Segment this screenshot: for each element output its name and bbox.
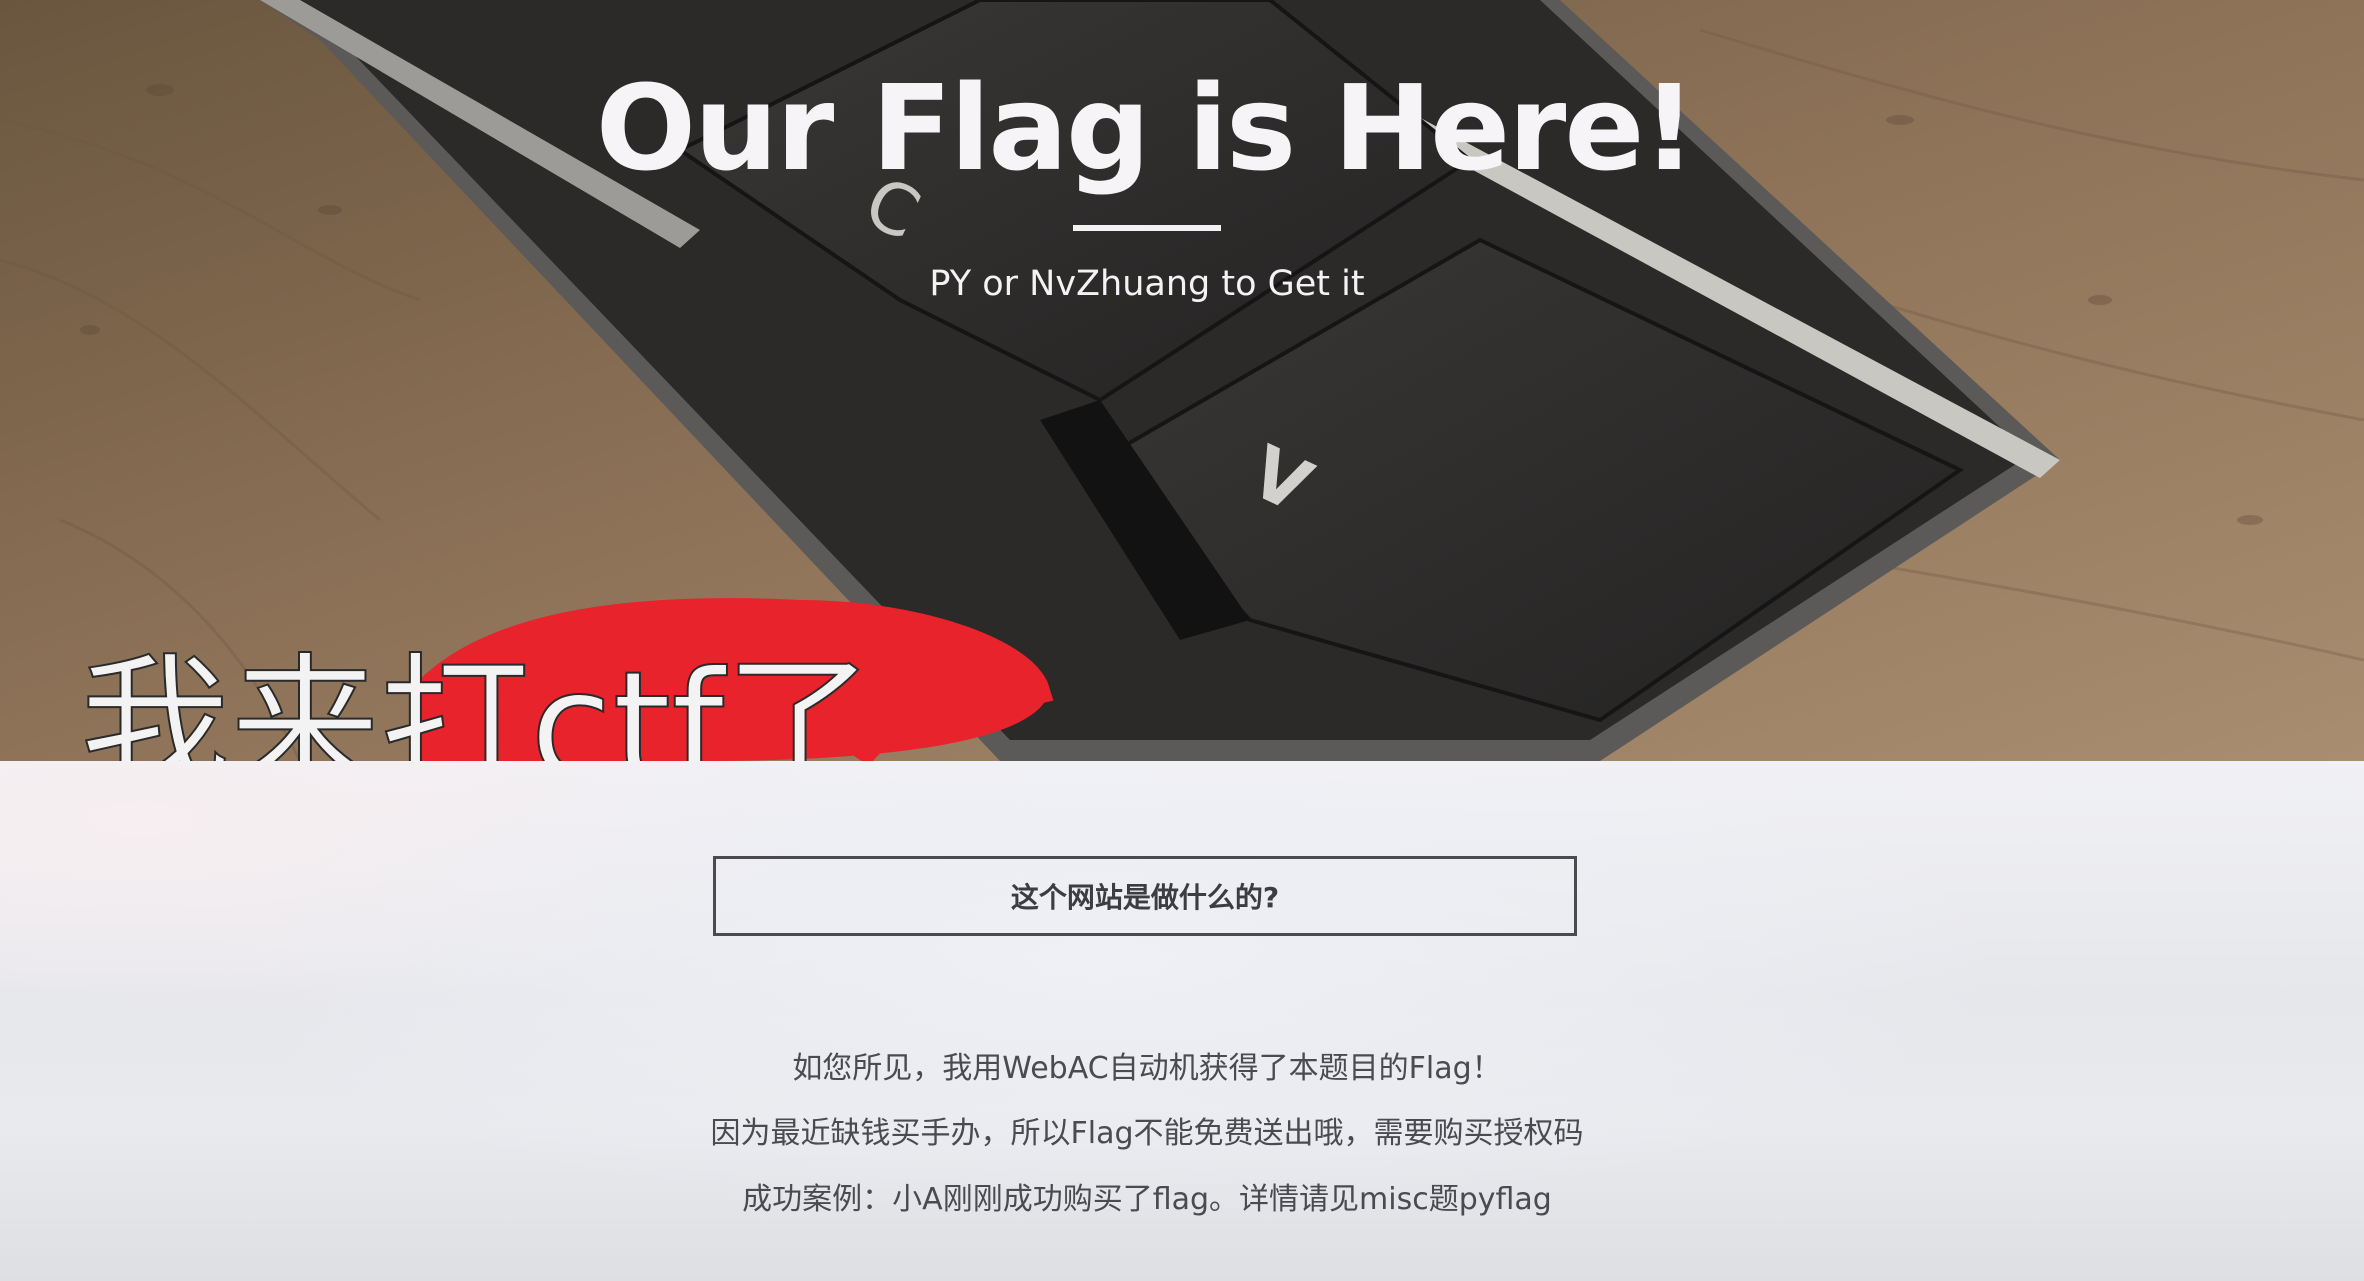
page: C V 我来打ctf了 Our Flag is Here! PY or NvZh… — [0, 0, 2364, 1281]
image-caption-text: 我来打ctf了 — [80, 640, 874, 761]
hero-banner: C V 我来打ctf了 Our Flag is Here! PY or NvZh… — [0, 0, 2364, 761]
page-subtitle: PY or NvZhuang to Get it — [929, 264, 1365, 304]
description-line-1: 如您所见，我用WebAC自动机获得了本题目的Flag！ — [792, 1051, 1502, 1086]
description-line-2: 因为最近缺钱买手办，所以Flag不能免费送出哦，需要购买授权码 — [710, 1116, 1584, 1151]
description-line-3: 成功案例：小A刚刚成功购买了flag。详情请见misc题pyflag — [742, 1182, 1552, 1217]
about-site-button[interactable]: 这个网站是做什么的? — [713, 856, 1577, 936]
page-title: Our Flag is Here! — [595, 59, 1696, 197]
main-content: 这个网站是做什么的? 如您所见，我用WebAC自动机获得了本题目的Flag！ 因… — [0, 761, 2364, 1281]
about-site-button-label: 这个网站是做什么的? — [1010, 881, 1280, 914]
title-divider — [1073, 225, 1221, 231]
